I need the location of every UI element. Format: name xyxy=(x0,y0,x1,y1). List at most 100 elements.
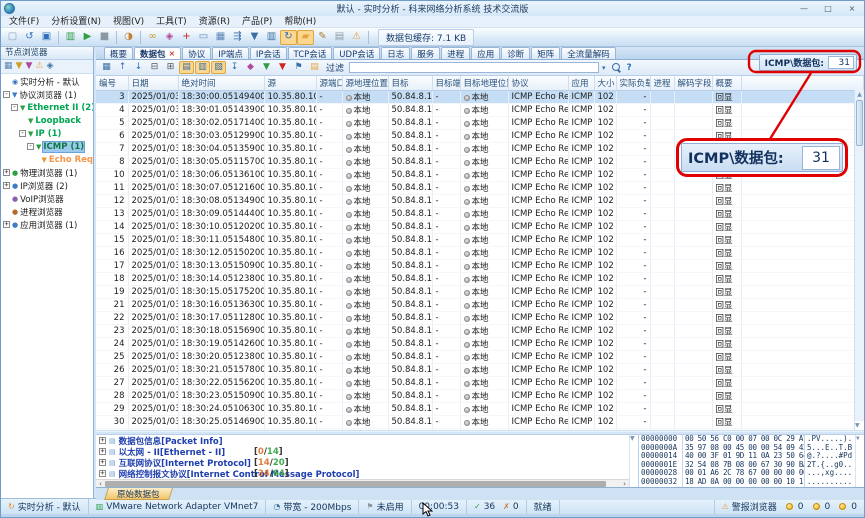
funnel-gold-icon[interactable]: ▼ xyxy=(16,62,23,71)
menu-文件(F)[interactable]: 文件(F) xyxy=(3,16,45,28)
note-icon[interactable]: ▤ xyxy=(307,61,322,74)
help-icon[interactable]: ? xyxy=(627,63,632,73)
filter-dropdown-icon[interactable]: ▾ xyxy=(602,64,606,72)
menu-产品(P)[interactable]: 产品(P) xyxy=(236,16,278,28)
nodes-small-icon[interactable]: ◈ xyxy=(46,62,53,71)
column-header-概要[interactable]: 概要 xyxy=(712,76,741,90)
table-row[interactable]: 292025/01/0318:30:24.05106300010.35.80.1… xyxy=(96,402,864,415)
tree-item-应用浏览器-(1)[interactable]: +●应用浏览器 (1) xyxy=(1,218,93,231)
options-icon[interactable]: ◆ xyxy=(243,61,258,74)
view-split-icon[interactable]: ▥ xyxy=(195,61,210,74)
tab-矩阵[interactable]: 矩阵 xyxy=(531,47,560,59)
tab-诊断[interactable]: 诊断 xyxy=(501,47,530,59)
chart-icon[interactable]: ▥ xyxy=(263,30,280,45)
tree-item-VoIP浏览器[interactable]: ●VoIP浏览器 xyxy=(1,192,93,205)
column-header-绝对时间[interactable]: 绝对时间 xyxy=(178,76,264,90)
tab-应用[interactable]: 应用 xyxy=(471,47,500,59)
column-header-进程[interactable]: 进程 xyxy=(650,76,674,90)
tab-日志[interactable]: 日志 xyxy=(381,47,410,59)
table-row[interactable]: 212025/01/0318:30:16.05136300010.35.80.1… xyxy=(96,298,864,311)
column-header-源[interactable]: 源 xyxy=(264,76,316,90)
hex-vscrollbar[interactable]: ▲ ▼ xyxy=(855,435,864,487)
tree-item-进程浏览器[interactable]: ●进程浏览器 xyxy=(1,205,93,218)
expand-icon[interactable]: + xyxy=(99,448,106,455)
view-list-icon[interactable]: ▤ xyxy=(179,61,194,74)
table-row[interactable]: 262025/01/0318:30:21.05157800010.35.80.1… xyxy=(96,363,864,376)
scroll-left-icon[interactable]: ‹ xyxy=(96,480,105,488)
table-row[interactable]: 232025/01/0318:30:18.05156900010.35.80.1… xyxy=(96,324,864,337)
new-icon[interactable]: ▢ xyxy=(4,30,21,45)
folder-icon[interactable]: ▰ xyxy=(297,30,314,45)
search-icon[interactable] xyxy=(612,63,621,72)
table-row[interactable]: 132025/01/0318:30:09.05144400010.35.80.1… xyxy=(96,207,864,220)
packet-table-scrollbar[interactable]: ▲ ▼ xyxy=(854,90,864,430)
expand-icon[interactable]: + xyxy=(99,470,106,477)
column-header-源地理位置[interactable]: 源地理位置 xyxy=(342,76,388,90)
column-header-源端口[interactable]: 源端口 xyxy=(316,76,342,90)
open-icon[interactable]: ↺ xyxy=(21,30,38,45)
filter-icon[interactable]: ▼ xyxy=(246,30,263,45)
table-row[interactable]: 122025/01/0318:30:08.05134900010.35.80.1… xyxy=(96,194,864,207)
table-row[interactable]: 272025/01/0318:30:22.05156200010.35.80.1… xyxy=(96,376,864,389)
save-icon[interactable]: ▣ xyxy=(38,30,55,45)
alarm-browser[interactable]: ⚠警报浏览器000 xyxy=(714,499,864,514)
add-icon[interactable]: + xyxy=(178,30,195,45)
decode-field-row[interactable]: +▤数据包信息[Packet Info] xyxy=(96,435,629,446)
expand-icon[interactable]: + xyxy=(3,182,10,189)
report-icon[interactable]: ▤ xyxy=(331,30,348,45)
table-row[interactable]: 182025/01/0318:30:14.05123800010.35.80.1… xyxy=(96,272,864,285)
close-button[interactable]: × xyxy=(840,2,864,15)
collapse-icon[interactable]: - xyxy=(19,130,26,137)
hscroll-thumb[interactable] xyxy=(105,481,606,487)
tree-item-Loopback[interactable]: ▼Loopback xyxy=(1,114,93,127)
table-row[interactable]: 112025/01/0318:30:07.05121600010.35.80.1… xyxy=(96,181,864,194)
decode-field-row[interactable]: +▤网络控制报文协议[Internet Control Message Prot… xyxy=(96,468,629,479)
tab-raw-packet[interactable]: 原始数据包 xyxy=(104,488,172,500)
tree-item-物理浏览器-(1)[interactable]: +●物理浏览器 (1) xyxy=(1,166,93,179)
menu-帮助(H)[interactable]: 帮助(H) xyxy=(278,16,322,28)
tab-UDP会话[interactable]: UDP会话 xyxy=(333,47,380,59)
expand-icon[interactable]: + xyxy=(99,437,106,444)
expand-icon[interactable]: ⊞ xyxy=(163,61,178,74)
tree-item-Echo-Req[interactable]: ▼Echo Req xyxy=(1,153,93,166)
panel-icon[interactable]: ▭ xyxy=(195,30,212,45)
maximize-button[interactable]: □ xyxy=(816,2,840,15)
bookmark-icon[interactable]: ⚑ xyxy=(291,61,306,74)
tab-全流量解码[interactable]: 全流量解码 xyxy=(561,47,616,59)
table-row[interactable]: 222025/01/0318:30:17.05112800010.35.80.1… xyxy=(96,311,864,324)
column-header-大小[interactable]: 大小 xyxy=(594,76,616,90)
column-header-解码字段[interactable]: 解码字段 xyxy=(674,76,712,90)
scroll-down-icon[interactable]: ▼ xyxy=(856,435,864,487)
hierarchy-icon[interactable]: ▦ xyxy=(212,30,229,45)
scroll-right-icon[interactable]: › xyxy=(620,480,629,488)
plug-icon[interactable]: ⇶ xyxy=(229,30,246,45)
tab-进程[interactable]: 进程 xyxy=(441,47,470,59)
link-icon[interactable]: ∞ xyxy=(144,30,161,45)
table-row[interactable]: 152025/01/0318:30:11.05154800010.35.80.1… xyxy=(96,233,864,246)
view-hex-icon[interactable]: ▧ xyxy=(211,61,226,74)
decode-field-row[interactable]: +▤以太网 - II[Ethernet - II][0/14] xyxy=(96,446,629,457)
filter-clear-icon[interactable]: ▼ xyxy=(275,61,290,74)
table-row[interactable]: 142025/01/0318:30:10.05120200010.35.80.1… xyxy=(96,220,864,233)
menu-分析设置(N)[interactable]: 分析设置(N) xyxy=(45,16,107,28)
table-row[interactable]: 322025/01/0318:30:26.05161500010.35.80.1… xyxy=(96,428,864,431)
tab-TCP会话[interactable]: TCP会话 xyxy=(288,47,333,59)
table-row[interactable]: 32025/01/0318:30:00.05149400010.35.80.10… xyxy=(96,90,864,103)
expand-icon[interactable]: + xyxy=(3,169,10,176)
expand-icon[interactable]: + xyxy=(3,221,10,228)
alarm-icon[interactable]: ⚠ xyxy=(348,30,365,45)
menu-资源(R)[interactable]: 资源(R) xyxy=(193,16,236,28)
table-row[interactable]: 302025/01/0318:30:25.05146900010.35.80.1… xyxy=(96,415,864,428)
export-icon[interactable]: ↧ xyxy=(227,61,242,74)
table-row[interactable]: 162025/01/0318:30:12.05150200010.35.80.1… xyxy=(96,246,864,259)
tree-item-IP-(1)[interactable]: -▼IP (1) xyxy=(1,127,93,140)
expand-icon[interactable]: + xyxy=(99,459,106,466)
menu-工具(T)[interactable]: 工具(T) xyxy=(150,16,193,28)
grid-icon[interactable]: ▦ xyxy=(4,62,13,71)
tab-close-icon[interactable]: × xyxy=(169,49,176,58)
alarm-small-icon[interactable]: ⚠ xyxy=(35,62,43,71)
tab-IP会话[interactable]: IP会话 xyxy=(250,47,287,59)
decode-hscrollbar[interactable]: ‹ › xyxy=(96,479,629,487)
column-header-目标端口[interactable]: 目标端口 xyxy=(432,76,460,90)
collapse-icon[interactable]: - xyxy=(3,91,10,98)
